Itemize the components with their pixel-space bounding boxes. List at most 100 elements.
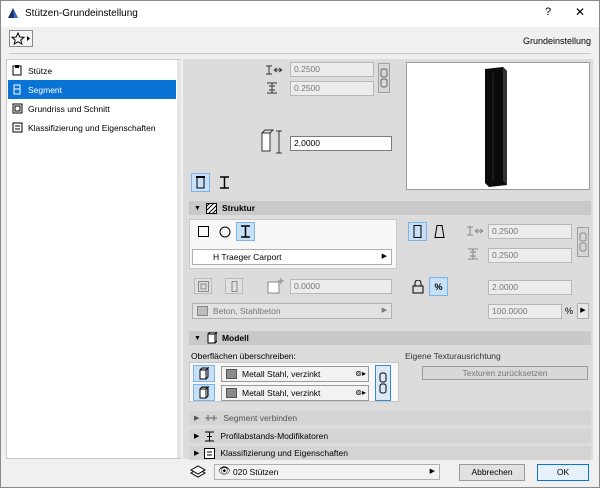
segment-icon [13,84,21,95]
sidebar-item-label: Klassifizierung und Eigenschaften [28,122,156,133]
cancel-button[interactable]: Abbrechen [459,464,525,481]
override-surfaces-label: Oberflächen überschreiben: [191,351,296,361]
column-icon [12,65,22,76]
width-field[interactable]: 0.2500 [290,62,374,77]
surface-2-dropdown[interactable]: Metall Stahl, verzinkt ⊚▸ [221,385,369,401]
material-dropdown[interactable]: Beton, Stahlbeton ▶ [192,303,392,319]
modell-section-label: Modell [221,333,249,343]
star-icon [10,31,30,46]
surface-1-value: Metall Stahl, verzinkt [242,369,321,379]
sidebar-item-klassifizierung[interactable]: Klassifizierung und Eigenschaften [8,118,176,137]
window-title: Stützen-Grundeinstellung [25,8,138,19]
height-dimension-icon [261,129,282,154]
profil-mod-section-header[interactable]: ▶ Profilabstands-Modifikatoren [189,429,591,443]
struktur-section-header[interactable]: ▼ Struktur [189,201,591,215]
floorplan-icon [12,103,23,114]
tapered-column-toggle[interactable] [430,222,449,241]
link-segment-dimensions-button[interactable] [577,227,589,257]
dropdown-arrow-icon: ▶ [381,253,387,260]
material-pick-button[interactable] [194,278,212,294]
percent-icon: % [434,281,443,292]
fill-icon [197,280,209,292]
profile-modifier-icon [204,431,215,442]
surface-swatch-icon [226,369,237,379]
reset-textures-button[interactable]: Texturen zurücksetzen [422,366,588,380]
surface-side-toggle[interactable] [193,365,215,382]
struktur-section-label: Struktur [221,203,255,213]
plan-view-toggle[interactable] [191,173,210,192]
classification-icon [204,447,216,459]
percent-unit-label: % [565,306,574,316]
dropdown-arrow-icon: ▶ [429,468,435,475]
sidebar-item-segment[interactable]: Segment [8,80,176,99]
ok-button[interactable]: OK [537,464,589,481]
height-field[interactable]: 2.0000 [290,136,392,151]
chain-icon [380,68,388,88]
straight-column-toggle[interactable] [408,222,427,241]
surface-end-toggle[interactable] [193,384,215,401]
sidebar-item-grundriss[interactable]: Grundriss und Schnitt [8,99,176,118]
percent-dropdown-arrow[interactable]: ▶ [577,303,589,319]
percent-value-field[interactable]: 100.0000 [488,304,562,319]
segment-verbinden-section-header[interactable]: ▶ Segment verbinden [189,411,591,425]
sidebar-item-stuetze[interactable]: Stütze [8,61,176,80]
surface-options-icon: ⊚▸ [355,369,366,378]
circular-profile-toggle[interactable] [215,222,234,241]
rectangular-profile-toggle[interactable] [194,222,213,241]
surface-options-icon: ⊚▸ [355,388,366,397]
profile-view-toggle[interactable] [215,173,234,192]
connect-segment-icon [204,413,218,423]
width-dimension-icon [266,65,283,75]
collapse-triangle-icon: ▼ [194,334,201,342]
tapered-column-icon [434,225,445,238]
profil-mod-label: Profilabstands-Modifikatoren [220,431,329,441]
depth-field[interactable]: 0.2500 [290,81,374,96]
sidebar-scrollbar[interactable] [177,60,181,458]
straight-column-icon [413,225,422,238]
model-icon [206,332,217,344]
offset-icon [267,278,284,294]
link-surfaces-button[interactable] [375,365,391,401]
surface-2-value: Metall Stahl, verzinkt [242,388,321,398]
taper-value-field[interactable]: 2.0000 [488,280,572,295]
width-dimension-icon [467,226,484,236]
chain-icon [579,232,587,252]
expand-triangle-icon: ▶ [194,433,200,440]
archicad-app-icon [8,8,18,18]
layer-icon [189,465,207,478]
help-button[interactable]: ? [541,6,555,18]
column-side-surface-icon [199,367,210,380]
circle-icon [219,226,230,237]
classification-icon [12,122,23,133]
column-plan-icon [196,176,205,189]
core-toggle[interactable] [225,278,243,294]
title-bar: Stützen-Grundeinstellung ? ✕ [1,1,599,27]
header-divider [9,53,591,54]
segment-verbinden-label: Segment verbinden [223,413,298,423]
chain-icon [379,372,387,394]
link-dimensions-button[interactable] [378,63,390,93]
dropdown-arrow-icon: ▶ [381,307,387,314]
material-dropdown-value: Beton, Stahlbeton [213,306,281,316]
percent-toggle[interactable]: % [429,277,448,296]
offset-field[interactable]: 0.0000 [290,279,392,294]
klassifizierung-section-header[interactable]: ▶ Klassifizierung und Eigenschaften [189,446,591,460]
profile-dropdown[interactable]: H Traeger Carport ▶ [192,249,392,265]
segment-width-field[interactable]: 0.2500 [488,224,572,239]
custom-profile-toggle[interactable] [236,222,255,241]
hatch-icon [205,202,217,214]
texture-orientation-label: Eigene Texturausrichtung [405,351,501,361]
3d-preview [406,62,590,190]
close-button[interactable]: ✕ [573,5,587,19]
surface-swatch-icon [226,388,237,398]
favorites-button[interactable] [9,30,33,47]
surface-1-dropdown[interactable]: Metall Stahl, verzinkt ⊚▸ [221,366,369,382]
layer-dropdown[interactable]: 👁 020 Stützen ▶ [214,464,440,480]
core-icon [231,280,237,292]
i-beam-icon [241,225,250,238]
lock-icon [412,280,424,294]
modell-section-header[interactable]: ▼ Modell [189,331,591,345]
segment-depth-field[interactable]: 0.2500 [488,248,572,263]
sidebar-item-label: Segment [28,84,63,95]
profile-dropdown-value: H Traeger Carport [213,252,282,262]
